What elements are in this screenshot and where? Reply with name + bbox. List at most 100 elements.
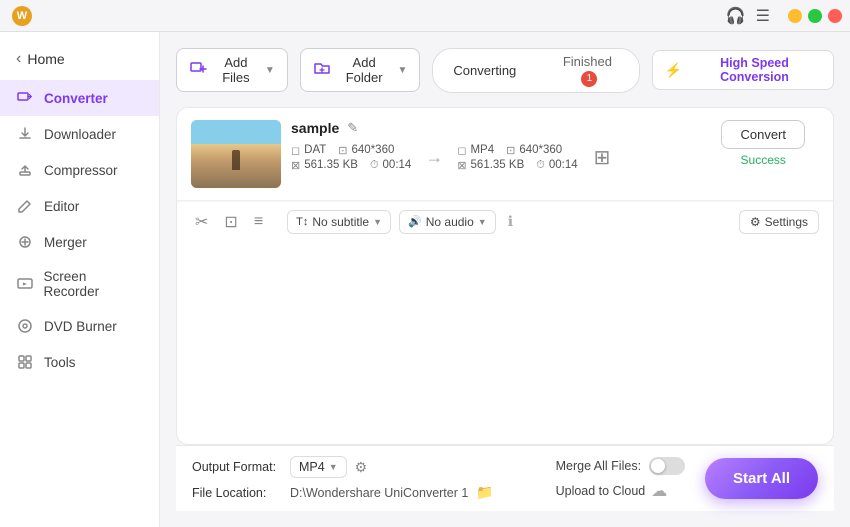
- start-all-label: Start All: [733, 470, 790, 487]
- target-duration: 00:14: [549, 159, 578, 171]
- merger-label: Merger: [44, 235, 87, 250]
- file-location-label: File Location:: [192, 486, 282, 500]
- convert-button-label: Convert: [740, 127, 786, 142]
- toggle-knob: [651, 459, 665, 473]
- sidebar-item-converter[interactable]: Converter: [0, 80, 159, 116]
- source-duration: 00:14: [383, 159, 412, 171]
- merge-files-toggle[interactable]: [649, 457, 685, 475]
- thumbnail-image: [191, 120, 281, 188]
- file-item: sample ✎ ◻ DAT ⊡ 640*360: [177, 108, 833, 201]
- high-speed-label: High Speed Conversion: [688, 56, 821, 84]
- menu-icon[interactable]: ☰: [756, 6, 770, 26]
- sidebar-item-downloader[interactable]: Downloader: [0, 116, 159, 152]
- target-size-icon: ⊠: [457, 159, 466, 172]
- merger-icon: [16, 233, 34, 251]
- folder-icon[interactable]: 📁: [476, 484, 493, 501]
- editor-icon: [16, 197, 34, 215]
- screen-recorder-icon: [16, 275, 34, 293]
- file-actions-row: ✂ ⊡ ≡ T↕ No subtitle ▼ 🔊 No audio ▼ ℹ: [177, 201, 833, 242]
- add-folder-button[interactable]: Add Folder ▼: [300, 48, 421, 92]
- toolbar: Add Files ▼ Add Folder ▼ Converting: [176, 48, 834, 93]
- filter-icon[interactable]: ≡: [250, 211, 267, 233]
- cloud-upload-icon[interactable]: ☁: [651, 481, 667, 501]
- tools-icon: [16, 353, 34, 371]
- bolt-icon: ⚡: [665, 62, 682, 79]
- convert-area: Convert Success: [707, 120, 819, 167]
- editor-label: Editor: [44, 199, 79, 214]
- target-meta: ◻ MP4 ⊡ 640*360 ⊠ 561.35 KB ⏱ 00:14: [457, 144, 577, 172]
- resolution-icon: ⊡: [338, 144, 347, 157]
- tab-converting[interactable]: Converting: [433, 49, 536, 92]
- file-name: sample: [291, 120, 339, 136]
- screen-recorder-label: Screen Recorder: [44, 269, 143, 299]
- settings-button[interactable]: ⚙ Settings: [739, 210, 819, 234]
- titlebar: W 🎧 ☰: [0, 0, 850, 32]
- add-files-caret-icon: ▼: [265, 65, 275, 76]
- converter-icon: [16, 89, 34, 107]
- finished-badge: 1: [581, 71, 597, 87]
- file-name-row: sample ✎: [291, 120, 697, 136]
- merge-files-area: Merge All Files:: [556, 457, 685, 475]
- info-icon[interactable]: ℹ: [508, 213, 513, 230]
- audio-select[interactable]: 🔊 No audio ▼: [399, 210, 496, 234]
- add-files-icon: [189, 59, 207, 82]
- settings-label: Settings: [765, 215, 808, 229]
- sidebar-item-compressor[interactable]: Compressor: [0, 152, 159, 188]
- tab-converting-label: Converting: [453, 63, 516, 78]
- output-format-label: Output Format:: [192, 460, 282, 474]
- file-settings-icon[interactable]: ⊞: [594, 145, 611, 170]
- target-size: 561.35 KB: [471, 159, 525, 171]
- target-resolution: 640*360: [519, 144, 562, 156]
- sidebar-item-tools[interactable]: Tools: [0, 344, 159, 380]
- sidebar: ‹ Home Converter Downloader: [0, 32, 160, 527]
- tools-label: Tools: [44, 355, 76, 370]
- home-button[interactable]: ‹ Home: [0, 44, 159, 80]
- downloader-icon: [16, 125, 34, 143]
- file-settings-area: ⊞: [594, 145, 611, 170]
- subtitle-select[interactable]: T↕ No subtitle ▼: [287, 210, 391, 234]
- output-format-row: Output Format: MP4 ▼ ⚙: [192, 456, 536, 478]
- dvd-burner-label: DVD Burner: [44, 319, 117, 334]
- size-icon: ⊠: [291, 159, 300, 172]
- format-icon: ◻: [291, 144, 300, 157]
- audio-icon: 🔊: [408, 215, 422, 228]
- high-speed-button[interactable]: ⚡ High Speed Conversion: [652, 50, 834, 90]
- sidebar-item-dvd-burner[interactable]: DVD Burner: [0, 308, 159, 344]
- format-settings-icon[interactable]: ⚙: [355, 459, 368, 476]
- tab-finished[interactable]: Finished 1: [536, 49, 638, 92]
- source-resolution: 640*360: [352, 144, 395, 156]
- add-folder-icon: [313, 59, 331, 82]
- bottom-left: Output Format: MP4 ▼ ⚙ File Location: D:…: [192, 456, 536, 501]
- sidebar-item-editor[interactable]: Editor: [0, 188, 159, 224]
- close-button[interactable]: [828, 9, 842, 23]
- sidebar-item-merger[interactable]: Merger: [0, 224, 159, 260]
- edit-icon[interactable]: ✎: [347, 120, 358, 136]
- crop-icon[interactable]: ⊡: [220, 210, 241, 234]
- start-all-button[interactable]: Start All: [705, 458, 818, 499]
- bottom-bar: Output Format: MP4 ▼ ⚙ File Location: D:…: [176, 445, 834, 511]
- compressor-label: Compressor: [44, 163, 118, 178]
- downloader-label: Downloader: [44, 127, 116, 142]
- subtitle-value: No subtitle: [312, 215, 369, 229]
- output-format-select[interactable]: MP4 ▼: [290, 456, 347, 478]
- headphone-icon[interactable]: 🎧: [726, 6, 746, 26]
- add-files-button[interactable]: Add Files ▼: [176, 48, 288, 92]
- convert-button[interactable]: Convert: [721, 120, 805, 149]
- tab-finished-label: Finished: [563, 54, 612, 69]
- sidebar-item-screen-recorder[interactable]: Screen Recorder: [0, 260, 159, 308]
- compressor-icon: [16, 161, 34, 179]
- minimize-button[interactable]: [788, 9, 802, 23]
- file-thumbnail: [191, 120, 281, 188]
- duration-icon: ⏱: [370, 159, 379, 172]
- home-label: Home: [27, 51, 64, 67]
- file-location-value: D:\Wondershare UniConverter 1: [290, 486, 468, 500]
- format-caret-icon: ▼: [329, 462, 338, 472]
- file-location-row: File Location: D:\Wondershare UniConvert…: [192, 484, 536, 501]
- upload-cloud-label: Upload to Cloud: [556, 484, 646, 498]
- merge-files-label: Merge All Files:: [556, 459, 641, 473]
- app-icon: W: [12, 6, 32, 26]
- maximize-button[interactable]: [808, 9, 822, 23]
- main-content: Add Files ▼ Add Folder ▼ Converting: [160, 32, 850, 527]
- target-duration-icon: ⏱: [536, 159, 545, 172]
- cut-icon[interactable]: ✂: [191, 210, 212, 234]
